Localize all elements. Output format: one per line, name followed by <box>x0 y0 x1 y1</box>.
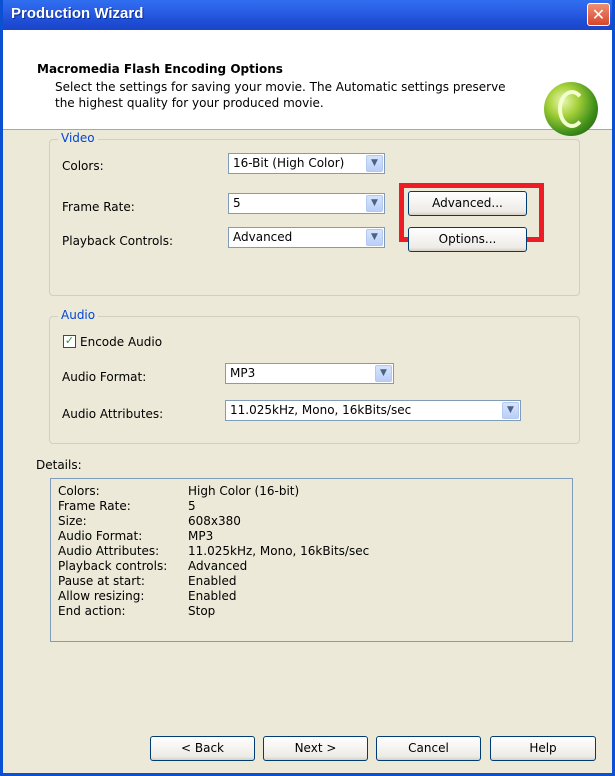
header-title: Macromedia Flash Encoding Options <box>37 62 283 76</box>
encode-audio-label[interactable]: Encode Audio <box>80 335 162 349</box>
audio-attributes-dropdown-button[interactable]: ▼ <box>502 402 519 419</box>
details-key: Audio Format: <box>58 529 143 543</box>
wizard-header: Macromedia Flash Encoding Options Select… <box>3 30 612 136</box>
details-key: Allow resizing: <box>58 589 145 603</box>
colors-select[interactable]: 16-Bit (High Color) ▼ <box>228 153 385 174</box>
details-key: Frame Rate: <box>58 499 131 513</box>
colors-label: Colors: <box>62 159 104 173</box>
playback-dropdown-button[interactable]: ▼ <box>366 229 383 246</box>
audio-attributes-label: Audio Attributes: <box>62 407 164 421</box>
details-key: End action: <box>58 604 126 618</box>
audio-format-label: Audio Format: <box>62 370 147 384</box>
chevron-down-icon: ▼ <box>371 198 378 208</box>
details-value: 11.025kHz, Mono, 16kBits/sec <box>188 544 370 558</box>
audio-attributes-select[interactable]: 11.025kHz, Mono, 16kBits/sec ▼ <box>225 400 521 421</box>
frame-rate-dropdown-button[interactable]: ▼ <box>366 195 383 212</box>
frame-rate-select[interactable]: 5 ▼ <box>228 193 385 214</box>
details-value: Enabled <box>188 574 237 588</box>
colors-value: 16-Bit (High Color) <box>233 156 345 170</box>
chevron-down-icon: ▼ <box>371 232 378 242</box>
audio-format-select[interactable]: MP3 ▼ <box>225 363 394 384</box>
flash-logo-icon <box>544 82 598 136</box>
playback-controls-select[interactable]: Advanced ▼ <box>228 227 385 248</box>
title-bar[interactable]: Production Wizard ✕ <box>3 0 612 30</box>
help-button[interactable]: Help <box>490 736 596 761</box>
video-group-label: Video <box>58 131 98 145</box>
cancel-button[interactable]: Cancel <box>376 736 481 761</box>
details-value: 5 <box>188 499 196 513</box>
chevron-down-icon: ▼ <box>507 405 514 415</box>
header-description: Select the settings for saving your movi… <box>55 80 506 110</box>
details-key: Audio Attributes: <box>58 544 160 558</box>
next-button[interactable]: Next > <box>263 736 368 761</box>
window-title: Production Wizard <box>11 5 144 22</box>
colors-dropdown-button[interactable]: ▼ <box>366 155 383 172</box>
check-icon: ✓ <box>64 334 75 347</box>
playback-controls-value: Advanced <box>233 230 293 244</box>
details-value: Stop <box>188 604 216 618</box>
details-key: Pause at start: <box>58 574 145 588</box>
details-box: Colors: High Color (16-bit) Frame Rate: 5 … <box>50 478 573 642</box>
production-wizard-window: Production Wizard ✕ Macromedia Flash Enc… <box>0 0 615 776</box>
details-value: Enabled <box>188 589 237 603</box>
close-button[interactable]: ✕ <box>587 3 610 26</box>
details-label: Details: <box>36 458 82 472</box>
details-value: High Color (16-bit) <box>188 484 300 498</box>
audio-format-dropdown-button[interactable]: ▼ <box>375 365 392 382</box>
audio-group-label: Audio <box>58 308 99 322</box>
audio-attributes-value: 11.025kHz, Mono, 16kBits/sec <box>230 403 412 417</box>
details-key: Colors: <box>58 484 100 498</box>
details-value: Advanced <box>188 559 248 573</box>
details-value: 608x380 <box>188 514 241 528</box>
playback-controls-label: Playback Controls: <box>62 234 174 248</box>
close-icon: ✕ <box>591 5 606 24</box>
chevron-down-icon: ▼ <box>380 368 387 378</box>
details-value: MP3 <box>188 529 214 543</box>
audio-format-value: MP3 <box>230 366 256 380</box>
encode-audio-checkbox[interactable]: ✓ <box>63 334 76 348</box>
options-button[interactable]: Options... <box>408 227 527 252</box>
details-key: Size: <box>58 514 87 528</box>
frame-rate-value: 5 <box>233 196 241 210</box>
chevron-down-icon: ▼ <box>371 158 378 168</box>
back-button[interactable]: < Back <box>150 736 255 761</box>
details-key: Playback controls: <box>58 559 168 573</box>
frame-rate-label: Frame Rate: <box>62 200 135 214</box>
